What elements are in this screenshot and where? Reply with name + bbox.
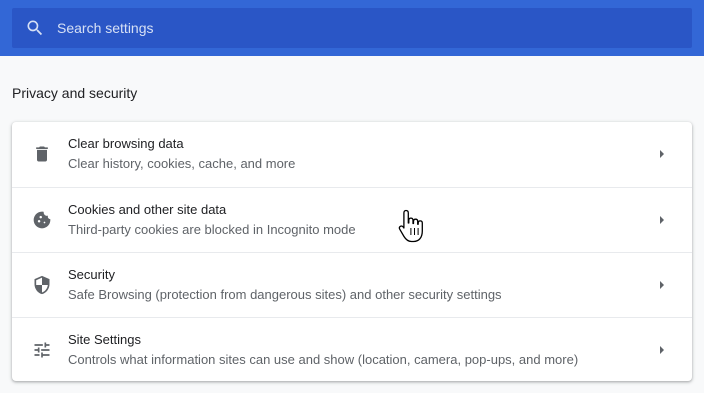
row-title: Site Settings (68, 332, 141, 347)
hand-cursor-icon (398, 209, 423, 243)
chevron-right-icon (660, 150, 664, 158)
tune-icon (34, 342, 50, 358)
row-subtitle: Safe Browsing (protection from dangerous… (68, 287, 502, 302)
privacy-card: Clear browsing data Clear history, cooki… (12, 122, 692, 381)
shield-icon (34, 275, 50, 295)
search-input[interactable] (57, 8, 657, 48)
chevron-right-icon (660, 216, 664, 224)
cookie-icon (33, 211, 51, 229)
clear-browsing-data-row[interactable]: Clear browsing data Clear history, cooki… (12, 122, 692, 187)
search-box[interactable] (12, 8, 692, 48)
row-title: Security (68, 267, 115, 282)
search-icon[interactable] (25, 18, 45, 38)
row-title: Cookies and other site data (68, 202, 227, 217)
row-subtitle: Controls what information sites can use … (68, 352, 579, 367)
chevron-right-icon (660, 346, 664, 354)
trash-icon (36, 146, 48, 162)
row-title: Clear browsing data (68, 136, 184, 151)
row-subtitle: Third-party cookies are blocked in Incog… (68, 222, 356, 237)
security-row[interactable]: Security Safe Browsing (protection from … (12, 252, 692, 317)
chevron-right-icon (660, 281, 664, 289)
row-subtitle: Clear history, cookies, cache, and more (68, 156, 296, 171)
site-settings-row[interactable]: Site Settings Controls what information … (12, 317, 692, 382)
section-title: Privacy and security (12, 85, 138, 101)
toolbar (0, 0, 704, 56)
cookies-row[interactable]: Cookies and other site data Third-party … (12, 187, 692, 252)
